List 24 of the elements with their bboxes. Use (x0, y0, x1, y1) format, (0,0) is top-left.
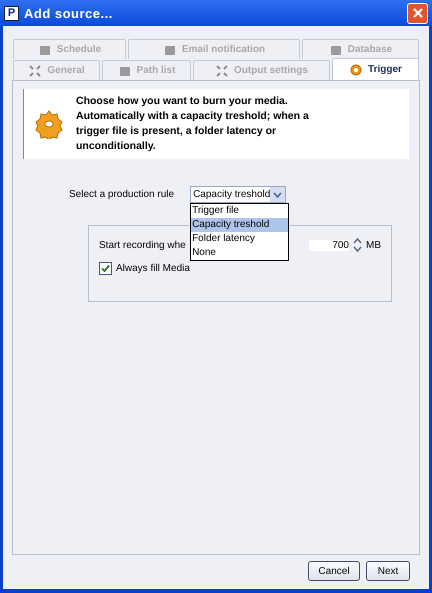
tab[interactable]: Trigger (332, 58, 419, 80)
gear-icon (349, 62, 364, 76)
info-text: Choose how you want to burn your media. Automatically with a capacity treshold; when a trigger file is present, a folder latency or unconditionally. (76, 94, 310, 154)
rule-dropdown[interactable]: Capacity treshold (190, 186, 286, 203)
arrows-icon (215, 64, 230, 78)
arrows-icon (28, 64, 42, 78)
dropdown-option[interactable]: Capacity treshold (191, 218, 288, 232)
spinner-icon[interactable] (353, 237, 362, 253)
app-icon: P (4, 6, 19, 20)
window-title: Add source... (24, 6, 114, 20)
close-button[interactable] (407, 2, 428, 24)
dropdown-option[interactable]: None (191, 246, 288, 260)
fill-checkbox[interactable] (99, 262, 112, 275)
rule-label: Select a production rule (69, 189, 174, 200)
dialog-button[interactable]: Cancel (308, 561, 360, 581)
start-label: Start recording whe (99, 240, 186, 250)
close-icon (412, 7, 424, 19)
dropdown-option[interactable]: Folder latency (191, 232, 288, 246)
dialog-button[interactable]: Next (366, 561, 410, 581)
checkbox-label: Always fill Media (116, 263, 190, 274)
dropdown-option[interactable]: Trigger file (191, 204, 288, 218)
gear-icon (34, 109, 64, 139)
size-field[interactable]: 700 (309, 240, 349, 250)
unit-label: MB (366, 240, 381, 250)
